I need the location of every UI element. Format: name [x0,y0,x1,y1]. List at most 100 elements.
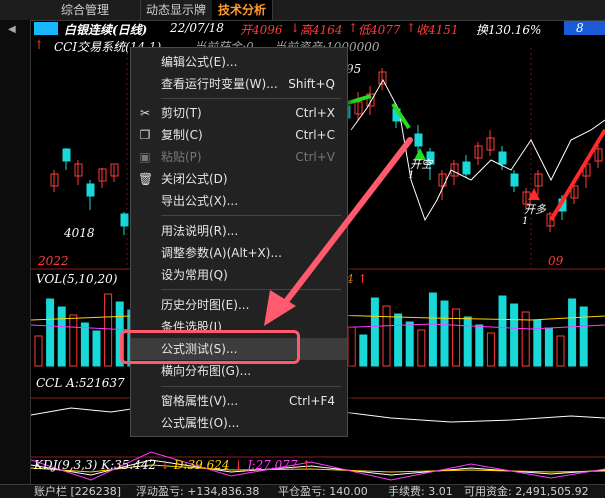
extra-badge: 8 [564,21,605,35]
menu-label: 粘贴(P) [161,150,202,164]
volume-bar [544,327,553,367]
trash-icon: 🗑 [138,172,154,186]
menu-label: 查看运行时变量(W)... [161,77,278,91]
low-price-marker: 4018 [64,226,95,240]
annotation-highlight-box [120,330,300,364]
low-value: 低4077 [358,23,401,37]
menu-item-set-favorite[interactable]: 设为常用(Q) [131,264,347,286]
top-tab-bar: 综合管理 动态显示牌 技术分析 [0,0,605,21]
volume-bar [359,334,368,367]
copy-icon: ❐ [139,128,151,142]
chevron-left-icon[interactable]: ◀ [8,24,16,35]
menu-item-usage[interactable]: 用法说明(R)... [131,220,347,242]
vol-header: VOL(5,10,20) [36,272,118,286]
menu-shortcut: Ctrl+X [295,106,335,120]
menu-separator [161,386,341,387]
menu-label: 公式属性(O)... [161,416,240,430]
mid-price-marker: 95 [346,62,362,76]
menu-item-close-formula[interactable]: 🗑 关闭公式(D) [131,168,347,190]
left-sidebar: ◀ [0,20,31,485]
volume-bar [498,295,507,367]
open-value: 开4096 [240,23,283,37]
menu-item-view-runtime-vars[interactable]: 查看运行时变量(W)... Shift+Q [131,73,347,95]
kdj-j-arrow-icon: ↑ [301,458,312,472]
candle-body [62,148,71,162]
vol-tail: 4 ↑ [346,272,368,286]
menu-item-history-timeshare[interactable]: 历史分时图(E)... [131,294,347,316]
kdj-k-arrow-icon: ↓ [159,458,171,472]
volume-bar [440,300,449,367]
status-bar: 账户栏 [226238] 浮动盈亏: +134,836.38 平仓盈亏: 140… [0,484,605,498]
menu-item-adjust-params[interactable]: 调整参数(A)(Alt+X)... [131,242,347,264]
close-arrow-icon: ↑ [406,21,417,35]
status-available: 可用资金: 2,491,505.92 [464,485,589,498]
status-close-pnl: 平仓盈亏: 140.00 [278,485,368,498]
paste-icon: ▣ [139,150,151,164]
menu-item-edit-formula[interactable]: 编辑公式(E)... [131,51,347,73]
menu-item-formula-properties[interactable]: 公式属性(O)... [131,412,347,434]
kdj-header: KDJ(9,3,3) K:35.442 ↓ D:39.624 ↓ J:27.07… [34,458,311,472]
date-label-left: 2022 [38,254,69,268]
volume-bar [92,330,101,367]
chart-header: 白银连续(日线) 22/07/18 开4096 ↓ 高4164 ↑ 低4077 … [34,21,605,37]
menu-shortcut: Ctrl+C [295,128,335,142]
stock-code-badge [34,22,58,35]
signal-short-count: 1 [408,170,415,181]
tab-comprehensive[interactable]: 综合管理 [30,0,141,20]
volume-bar [34,335,43,367]
menu-label: 复制(C) [161,128,203,142]
menu-label: 设为常用(Q) [161,268,228,282]
menu-item-export-formula[interactable]: 导出公式(X)... [131,190,347,212]
context-menu: 编辑公式(E)... 查看运行时变量(W)... Shift+Q ✂ 剪切(T) Ct… [130,47,348,437]
high-value: 高4164 [300,23,343,37]
up-arrow-icon: ↑ [34,38,45,52]
volume-bar [69,314,78,367]
menu-label: 窗格属性(V)... [161,394,239,408]
tab-technical-analysis[interactable]: 技术分析 [212,0,273,20]
candle-body [462,161,471,175]
volume-bar [452,308,461,367]
volume-bar [104,293,113,367]
menu-item-pane-properties[interactable]: 窗格属性(V)... Ctrl+F4 [131,390,347,412]
volume-bar [556,335,565,367]
candle-body [120,213,129,227]
volume-bar [382,305,391,367]
volume-bar [463,316,472,367]
close-value: 收4151 [416,23,459,37]
tab-dynamic-board[interactable]: 动态显示牌 [140,0,213,20]
status-account: 账户栏 [226238] [34,485,122,498]
volume-bar [370,297,379,367]
menu-label: 用法说明(R)... [161,224,239,238]
menu-separator [161,215,341,216]
high-arrow-icon: ↓ [290,21,301,35]
menu-item-copy[interactable]: ❐ 复制(C) Ctrl+C [131,124,347,146]
scissors-icon: ✂ [139,106,151,120]
ccl-header: CCL A:521637 [36,376,125,390]
kdj-d-value: D:39.624 [173,458,230,472]
status-float-pnl: 浮动盈亏: +134,836.38 [136,485,260,498]
menu-separator [161,289,341,290]
volume-bar [46,298,55,367]
vol-arrow-icon: ↑ [357,272,368,286]
menu-shortcut: Ctrl+F4 [289,394,335,408]
volume-bar [417,329,426,367]
menu-label: 调整参数(A)(Alt+X)... [161,246,282,260]
turnover-value: 换130.16% [476,23,542,37]
kdj-d-arrow-icon: ↓ [233,458,244,472]
signal-long: 开多 [524,203,546,216]
menu-label: 导出公式(X)... [161,194,239,208]
menu-separator [161,98,341,99]
volume-bar [80,322,89,367]
volume-bar [347,326,356,367]
kdj-k-value: K:35.442 [101,458,157,472]
menu-label: 关闭公式(D) [161,172,228,186]
menu-item-paste[interactable]: ▣ 粘贴(P) Ctrl+V [131,146,347,168]
date-label-right: 09 [548,254,564,268]
signal-long-count: 1 [522,216,529,227]
kdj-j-value: J:27.077 [247,458,298,472]
menu-item-cut[interactable]: ✂ 剪切(T) Ctrl+X [131,102,347,124]
status-fee: 手续费: 3.01 [388,485,453,498]
menu-label: 历史分时图(E)... [161,298,250,312]
menu-shortcut: Ctrl+V [295,150,335,164]
candle-body [414,133,423,147]
